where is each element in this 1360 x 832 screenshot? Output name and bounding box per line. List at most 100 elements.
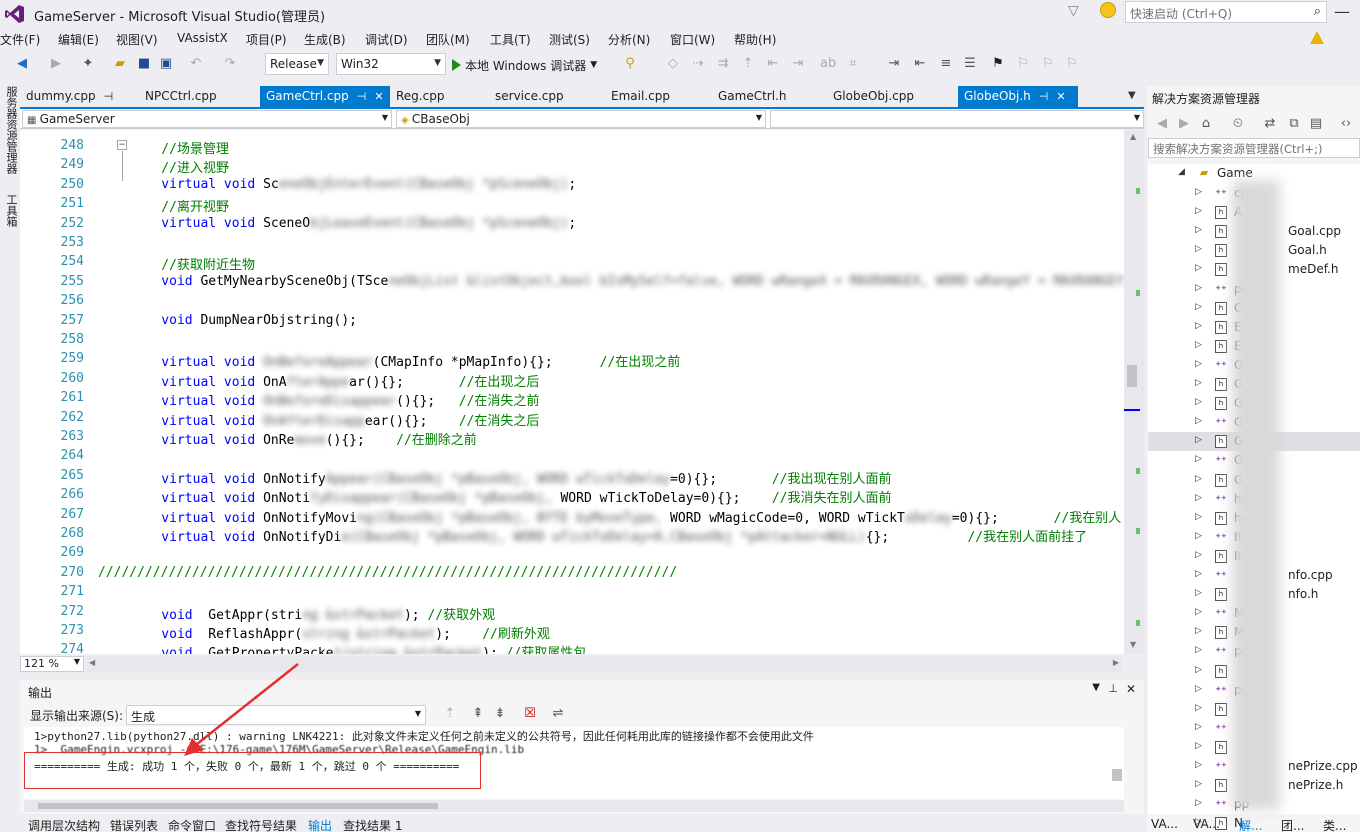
expand-arrow-icon[interactable]: ▷ xyxy=(1195,474,1202,484)
member-select[interactable]: ▼ xyxy=(770,110,1144,128)
notification-filter-icon[interactable]: ▽ xyxy=(1068,3,1079,19)
clear-bookmarks-icon[interactable]: ⚐ xyxy=(1064,56,1080,72)
prev-message-icon[interactable]: ⇞ xyxy=(470,706,486,722)
menu-vassistx[interactable]: VAssistX xyxy=(177,31,228,45)
right-bottom-tab[interactable]: 类... xyxy=(1323,817,1346,832)
forward-arrow-icon[interactable]: ▶ xyxy=(1176,116,1192,132)
menu-debug[interactable]: 调试(D) xyxy=(365,31,408,48)
collapse-region-icon[interactable]: − xyxy=(117,140,127,150)
right-bottom-tab[interactable]: VA... xyxy=(1151,817,1178,831)
find-in-files-icon[interactable]: ⚲ xyxy=(622,56,638,72)
pin-icon[interactable]: ⊣ xyxy=(1039,90,1049,103)
tab-list-dropdown-icon[interactable]: ▼ xyxy=(1128,90,1136,101)
redo-icon[interactable]: ↷ xyxy=(222,56,238,72)
clear-all-icon[interactable]: ☒ xyxy=(522,706,538,722)
menu-project[interactable]: 项目(P) xyxy=(246,31,287,48)
expand-arrow-icon[interactable]: ▷ xyxy=(1195,512,1202,522)
project-select[interactable]: ▦ GameServer ▼ xyxy=(22,110,392,128)
solution-search-input[interactable]: 搜索解决方案资源管理器(Ctrl+;) xyxy=(1148,138,1360,158)
server-explorer-tab[interactable]: 服务器资源管理器 xyxy=(3,86,19,174)
zoom-level-select[interactable]: 121 % ▼ xyxy=(20,656,84,672)
collapse-all-icon[interactable]: ⧉ xyxy=(1286,116,1302,132)
menu-window[interactable]: 窗口(W) xyxy=(670,31,715,48)
tab-service-cpp[interactable]: service.cpp xyxy=(489,86,570,107)
solution-platform-select[interactable]: Win32 ▼ xyxy=(336,53,446,75)
close-icon[interactable]: ✕ xyxy=(1056,90,1065,103)
save-icon[interactable]: ■ xyxy=(136,56,152,72)
expand-arrow-icon[interactable]: ▷ xyxy=(1195,416,1202,426)
expand-arrow-icon[interactable]: ▷ xyxy=(1195,550,1202,560)
menu-help[interactable]: 帮助(H) xyxy=(734,31,776,48)
expand-arrow-icon[interactable]: ▷ xyxy=(1195,206,1202,216)
pin-icon[interactable]: ⊣ xyxy=(104,90,114,103)
expand-arrow-icon[interactable]: ▷ xyxy=(1195,665,1202,675)
tab-email-cpp[interactable]: Email.cpp xyxy=(605,86,676,107)
tab-call-hierarchy[interactable]: 调用层次结构 xyxy=(28,817,100,832)
right-bottom-tab[interactable]: 解... xyxy=(1239,817,1262,832)
feedback-smiley-icon[interactable] xyxy=(1100,2,1116,18)
next-bookmark-icon[interactable]: ⚐ xyxy=(1040,56,1056,72)
comment-lines-icon[interactable]: ≡ xyxy=(938,56,954,72)
menu-file[interactable]: 文件(F) xyxy=(0,31,40,48)
tab-gamectrl-h[interactable]: GameCtrl.h xyxy=(712,86,793,107)
indent-icon[interactable]: ⇥ xyxy=(886,56,902,72)
scroll-left-icon[interactable]: ◀ xyxy=(89,658,95,667)
comment-icon[interactable]: ab xyxy=(820,56,836,72)
tab-error-list[interactable]: 错误列表 xyxy=(110,817,158,832)
output-horizontal-scrollbar[interactable] xyxy=(24,800,1124,812)
expand-arrow-icon[interactable]: ▷ xyxy=(1195,187,1202,197)
expanded-arrow-icon[interactable]: ◢ xyxy=(1178,167,1185,177)
expand-arrow-icon[interactable]: ▷ xyxy=(1195,340,1202,350)
start-debugging-button[interactable]: 本地 Windows 调试器 ▼ xyxy=(452,54,597,76)
editor-vertical-scrollbar[interactable]: ▲ ▼ xyxy=(1124,130,1144,654)
menu-tools[interactable]: 工具(T) xyxy=(490,31,531,48)
prev-bookmark-icon[interactable]: ⚐ xyxy=(1015,56,1031,72)
pin-icon[interactable]: ⊥ xyxy=(1108,682,1118,695)
tab-globeobj-cpp[interactable]: GlobeObj.cpp xyxy=(827,86,920,107)
scope-select[interactable]: ◈ CBaseObj ▼ xyxy=(396,110,766,128)
menu-build[interactable]: 生成(B) xyxy=(304,31,346,48)
tab-output[interactable]: 输出 xyxy=(308,817,332,832)
tab-command-window[interactable]: 命令窗口 xyxy=(168,817,216,832)
close-icon[interactable]: ✕ xyxy=(374,90,383,103)
menu-analyze[interactable]: 分析(N) xyxy=(608,31,650,48)
tab-find-results-1[interactable]: 查找结果 1 xyxy=(343,817,402,832)
tab-dummy-cpp[interactable]: dummy.cpp ⊣ xyxy=(20,86,119,107)
expand-arrow-icon[interactable]: ▷ xyxy=(1195,684,1202,694)
find-message-icon[interactable]: ⇡ xyxy=(442,706,458,722)
quick-launch-input[interactable]: 快速启动 (Ctrl+Q) ⌕ xyxy=(1125,1,1327,23)
undo-icon[interactable]: ↶ xyxy=(188,56,204,72)
code-view-icon[interactable]: ‹› xyxy=(1338,116,1354,132)
pin-icon[interactable]: ⊣ xyxy=(357,90,367,103)
right-bottom-tab[interactable]: VA... xyxy=(1193,817,1220,831)
expand-arrow-icon[interactable]: ▷ xyxy=(1195,454,1202,464)
home-icon[interactable]: ⌂ xyxy=(1198,116,1214,132)
back-arrow-icon[interactable]: ◀ xyxy=(1154,116,1170,132)
tab-find-symbol-results[interactable]: 查找符号结果 xyxy=(225,817,297,832)
back-arrow-icon[interactable]: ◀ xyxy=(14,56,30,72)
expand-arrow-icon[interactable]: ▷ xyxy=(1195,359,1202,369)
expand-arrow-icon[interactable]: ▷ xyxy=(1195,531,1202,541)
menu-team[interactable]: 团队(M) xyxy=(426,31,470,48)
breakpoint-icon[interactable]: ◇ xyxy=(665,56,681,72)
expand-arrow-icon[interactable]: ▷ xyxy=(1195,722,1202,732)
expand-arrow-icon[interactable]: ▷ xyxy=(1195,569,1202,579)
sync-icon[interactable]: ⇄ xyxy=(1262,116,1278,132)
expand-arrow-icon[interactable]: ▷ xyxy=(1195,645,1202,655)
forward-arrow-icon[interactable]: ▶ xyxy=(48,56,64,72)
next-message-icon[interactable]: ⇟ xyxy=(492,706,508,722)
expand-arrow-icon[interactable]: ▷ xyxy=(1195,703,1202,713)
pending-changes-icon[interactable]: ⏲ xyxy=(1230,116,1246,132)
code-editor[interactable]: 248 249 250 251 252 253 254 255 256 257 258 259 260 2… xyxy=(20,130,1124,654)
scroll-down-icon[interactable]: ▼ xyxy=(1130,640,1136,649)
menu-test[interactable]: 测试(S) xyxy=(549,31,590,48)
step-over-icon[interactable]: ⇉ xyxy=(715,56,731,72)
bookmark-next-icon[interactable]: ⇥ xyxy=(790,56,806,72)
expand-arrow-icon[interactable]: ▷ xyxy=(1195,244,1202,254)
tab-reg-cpp[interactable]: Reg.cpp xyxy=(390,86,450,107)
expand-arrow-icon[interactable]: ▷ xyxy=(1195,302,1202,312)
tab-globeobj-h[interactable]: GlobeObj.h ⊣ ✕ xyxy=(958,86,1078,107)
step-out-icon[interactable]: ⇡ xyxy=(740,56,756,72)
word-wrap-icon[interactable]: ⇌ xyxy=(550,706,566,722)
expand-arrow-icon[interactable]: ▷ xyxy=(1195,378,1202,388)
